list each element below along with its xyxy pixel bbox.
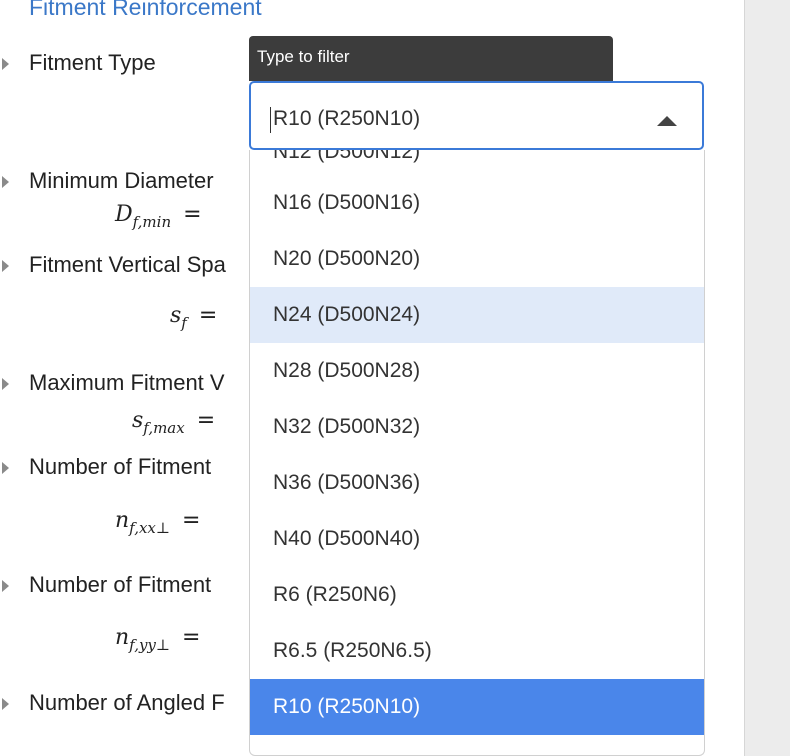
fitment-type-select[interactable]: R10 (R250N10)	[249, 81, 704, 150]
caret-right-icon[interactable]	[2, 378, 9, 390]
symbol-s-f-max: sf,max =	[132, 408, 216, 437]
caret-up-icon[interactable]	[657, 116, 677, 126]
symbol-s-f: sf =	[170, 303, 218, 332]
filter-tooltip: Type to filter	[249, 36, 613, 81]
dropdown-option[interactable]: N36 (D500N36)	[250, 455, 704, 511]
symbol-n-f-xx: nf,xx⊥ =	[115, 508, 201, 537]
dropdown-option-hovered[interactable]: N24 (D500N24)	[250, 287, 704, 343]
row-label-number-of-angled[interactable]: Number of Angled F	[29, 690, 249, 716]
caret-right-icon[interactable]	[2, 260, 9, 272]
row-label-number-of-fitment-yy[interactable]: Number of Fitment	[29, 572, 244, 598]
caret-right-icon[interactable]	[2, 176, 9, 188]
section-title: Fitment Reinforcement	[29, 0, 262, 20]
caret-right-icon[interactable]	[2, 58, 9, 70]
symbol-d-f-min: Df,min =	[115, 202, 202, 231]
symbol-n-f-yy: nf,yy⊥ =	[115, 625, 201, 654]
dropdown-option[interactable]: N32 (D500N32)	[250, 399, 704, 455]
select-current-value[interactable]: R10 (R250N10)	[269, 107, 420, 133]
caret-right-icon[interactable]	[2, 698, 9, 710]
row-label-vertical-spacing[interactable]: Fitment Vertical Spa	[29, 252, 249, 278]
dropdown-option[interactable]: N40 (D500N40)	[250, 511, 704, 567]
row-label-fitment-type[interactable]: Fitment Type	[29, 50, 156, 76]
right-panel-gutter	[744, 0, 790, 756]
row-label-number-of-fitment-xx[interactable]: Number of Fitment	[29, 454, 244, 480]
dropdown-option[interactable]: R6.5 (R250N6.5)	[250, 623, 704, 679]
row-label-maximum-fitment[interactable]: Maximum Fitment V	[29, 370, 249, 396]
row-label-minimum-diameter[interactable]: Minimum Diameter	[29, 168, 247, 194]
dropdown-options-list[interactable]: N12 (D500N12) N16 (D500N16) N20 (D500N20…	[249, 150, 705, 756]
caret-right-icon[interactable]	[2, 580, 9, 592]
dropdown-option[interactable]: N16 (D500N16)	[250, 175, 704, 231]
caret-right-icon[interactable]	[2, 462, 9, 474]
dropdown-option[interactable]: N28 (D500N28)	[250, 343, 704, 399]
dropdown-option-selected[interactable]: R10 (R250N10)	[250, 679, 704, 735]
dropdown-option[interactable]: R6 (R250N6)	[250, 567, 704, 623]
dropdown-option[interactable]: N20 (D500N20)	[250, 231, 704, 287]
